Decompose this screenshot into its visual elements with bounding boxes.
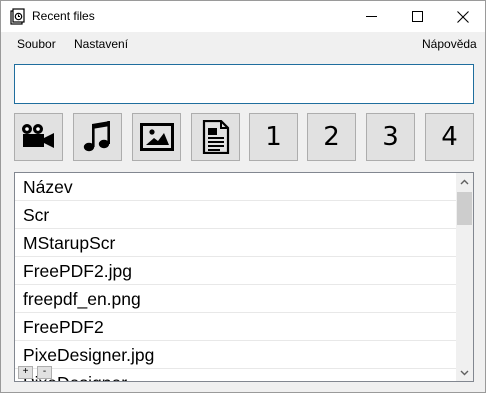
image-filter-button[interactable] xyxy=(132,113,181,161)
search-input[interactable] xyxy=(14,64,474,104)
close-icon xyxy=(457,10,469,23)
list-item-label: MStarupScr xyxy=(23,233,116,253)
list-item[interactable]: Scr xyxy=(15,201,457,229)
document-filter-button[interactable] xyxy=(191,113,240,161)
chevron-up-icon xyxy=(460,179,469,184)
list-item-label: Scr xyxy=(23,205,50,225)
scroll-down-button[interactable] xyxy=(456,364,473,381)
document-icon xyxy=(202,120,229,154)
list-item[interactable]: FreePDF2 xyxy=(15,313,457,341)
video-filter-button[interactable] xyxy=(14,113,63,161)
window-title: Recent files xyxy=(32,9,95,23)
minimize-button[interactable] xyxy=(348,1,394,32)
picture-icon xyxy=(139,123,174,151)
list-item-label: FreePDF2 xyxy=(23,317,104,337)
music-filter-button[interactable] xyxy=(73,113,122,161)
scroll-up-button[interactable] xyxy=(456,173,473,190)
list-item-label: Název xyxy=(23,177,73,197)
list-item[interactable]: MStarupScr xyxy=(15,229,457,257)
title-bar[interactable]: Recent files xyxy=(1,1,485,32)
menu-help[interactable]: Nápověda xyxy=(422,37,477,51)
menu-bar: Soubor Nastavení Nápověda xyxy=(1,32,485,56)
app-icon xyxy=(9,8,27,26)
video-camera-icon xyxy=(21,124,54,148)
slot-4-label: 4 xyxy=(441,122,458,152)
remove-item-button[interactable]: - xyxy=(37,366,52,379)
list-item-label: PixeDesigner.jpg xyxy=(23,345,155,365)
recent-files-list[interactable]: Název Scr MStarupScr FreePDF2.jpg freepd… xyxy=(14,172,474,382)
maximize-button[interactable] xyxy=(394,1,440,32)
close-button[interactable] xyxy=(440,1,486,32)
minimize-icon xyxy=(365,16,377,17)
slot-4-button[interactable]: 4 xyxy=(425,113,474,161)
slot-1-button[interactable]: 1 xyxy=(249,113,298,161)
list-item[interactable]: Název xyxy=(15,173,457,201)
list-item-label: FreePDF2.jpg xyxy=(23,261,132,281)
maximize-icon xyxy=(411,11,423,22)
music-note-icon xyxy=(83,121,110,152)
add-item-button[interactable]: + xyxy=(18,366,33,379)
slot-2-label: 2 xyxy=(323,122,340,152)
slot-3-button[interactable]: 3 xyxy=(366,113,415,161)
list-item[interactable]: FreePDF2.jpg xyxy=(15,257,457,285)
app-window: Recent files Soubor Nastavení Nápověda 1… xyxy=(0,0,486,393)
list-item[interactable]: PixeDesigner xyxy=(15,369,457,381)
list-item[interactable]: PixeDesigner.jpg xyxy=(15,341,457,369)
list-item-label: freepdf_en.png xyxy=(23,289,141,309)
list-item[interactable]: freepdf_en.png xyxy=(15,285,457,313)
menu-file[interactable]: Soubor xyxy=(17,37,56,51)
menu-settings[interactable]: Nastavení xyxy=(74,37,128,51)
slot-3-label: 3 xyxy=(382,122,399,152)
slot-1-label: 1 xyxy=(265,122,282,152)
scroll-thumb[interactable] xyxy=(457,192,472,225)
slot-2-button[interactable]: 2 xyxy=(307,113,356,161)
chevron-down-icon xyxy=(460,370,469,375)
list-scrollbar[interactable] xyxy=(456,173,473,381)
